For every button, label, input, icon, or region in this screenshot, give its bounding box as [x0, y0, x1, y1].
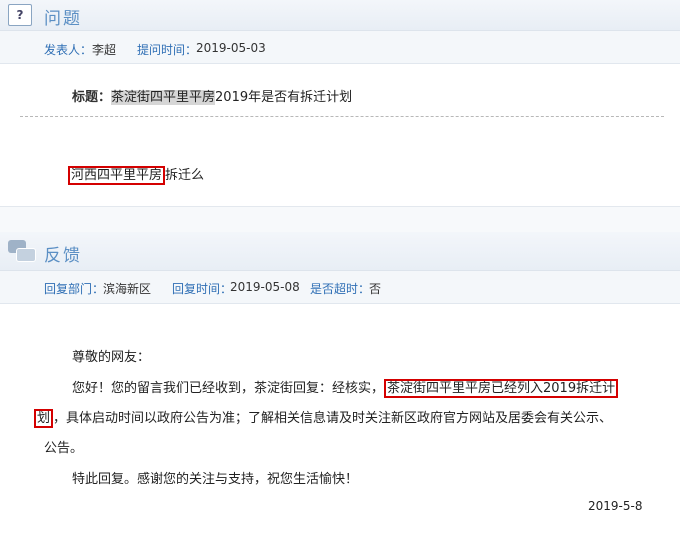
section-gap [0, 206, 680, 233]
overdue-value: 否 [369, 282, 382, 296]
asked-time-label: 提问时间： [137, 43, 198, 57]
question-meta: 发表人： 李超 提问时间： 2019-05-03 [0, 31, 680, 64]
dept-label: 回复部门： [44, 282, 105, 296]
reply-line-1-text: 您好！您的留言我们已经收到，茶淀街回复：经核实， [72, 381, 385, 396]
reply-line-2-text: ，具体启动时间以政府公告为准；了解相关信息请及时关注新区政府官方网站及居委会有关… [53, 411, 613, 426]
feedback-meta: 回复部门： 滨海新区 回复时间： 2019-05-08 是否超时： 否 [0, 271, 680, 304]
subject-rest: 2019年是否有拆迁计划 [215, 90, 353, 105]
reply-highlight-2: 划 [34, 409, 54, 428]
question-icon: ? [8, 4, 32, 26]
subject-highlight: 茶淀街四平里平房 [111, 90, 216, 105]
reply-closing: 特此回复。感谢您的关注与支持，祝您生活愉快！ [72, 472, 359, 487]
body-rest: 拆迁么 [165, 168, 205, 183]
chat-bubbles-icon [8, 240, 36, 262]
reply-date: 2019-5-8 [588, 499, 643, 513]
question-section-title: 问题 [44, 9, 82, 29]
dept-value: 滨海新区 [103, 282, 152, 296]
feedback-header: 反馈 [0, 232, 680, 271]
asked-time: 2019-05-03 [196, 41, 266, 55]
reply-time: 2019-05-08 [230, 280, 300, 294]
poster-name: 李超 [92, 43, 117, 57]
feedback-section-title: 反馈 [44, 246, 82, 266]
reply-time-label: 回复时间： [172, 282, 233, 296]
reply-line-3: 公告。 [44, 441, 84, 456]
poster-label: 发表人： [44, 43, 93, 57]
reply-line-2: 划，具体启动时间以政府公告为准；了解相关信息请及时关注新区政府官方网站及居委会有… [34, 407, 613, 428]
body-highlight: 河西四平里平房 [68, 166, 166, 185]
overdue-label: 是否超时： [310, 282, 371, 296]
reply-line-1: 您好！您的留言我们已经收到，茶淀街回复：经核实， 茶淀街四平里平房已经列入2019… [72, 377, 619, 398]
subject-label: 标题： [72, 90, 112, 105]
question-body: 河西四平里平房 拆迁么 [68, 164, 205, 185]
question-header: ? 问题 [0, 0, 680, 31]
reply-highlight-1: 茶淀街四平里平房已经列入2019拆迁计 [384, 379, 619, 398]
question-subject: 标题：茶淀街四平里平房2019年是否有拆迁计划 [72, 86, 352, 105]
reply-greeting: 尊敬的网友： [72, 350, 151, 365]
subject-divider [20, 116, 664, 117]
